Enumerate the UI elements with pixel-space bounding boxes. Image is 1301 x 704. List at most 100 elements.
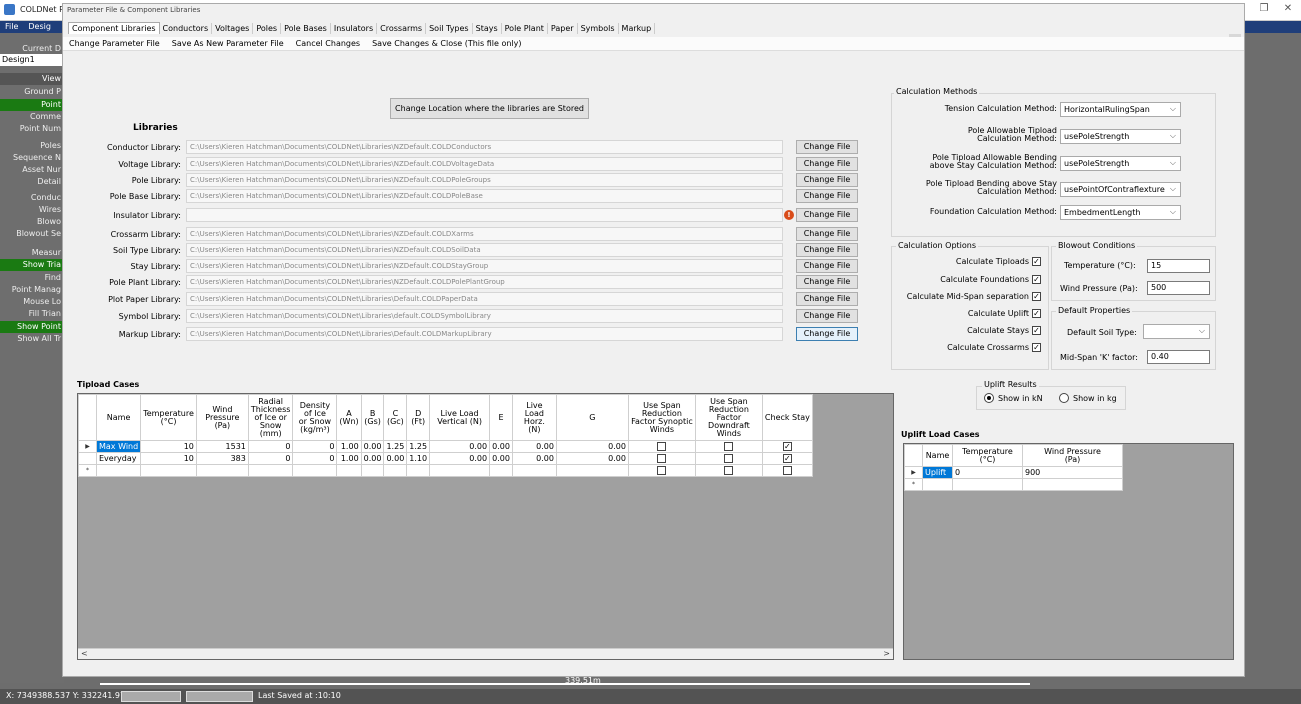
change-file-button[interactable]: Change File — [796, 140, 858, 154]
left-panel-item[interactable]: View — [0, 73, 64, 85]
table-cell[interactable] — [922, 478, 953, 491]
checkbox-cell[interactable] — [761, 464, 813, 477]
tab-symbols[interactable]: Symbols — [577, 23, 619, 34]
table-cell[interactable]: 0.00 — [555, 440, 629, 453]
table-row[interactable]: Everyday 10 383 0 0 1.00 0.00 0.00 1.10 0.00 0.00 0… — [78, 452, 813, 465]
tab-soil-types[interactable]: Soil Types — [426, 23, 473, 34]
change-file-button[interactable]: Change File — [796, 327, 858, 341]
tab-voltages[interactable]: Voltages — [212, 23, 254, 34]
left-panel-item[interactable]: Fill Trian — [0, 308, 64, 320]
left-panel-item[interactable]: Poles — [0, 140, 64, 152]
calc-method-select[interactable]: EmbedmentLength ⌵ — [1060, 205, 1181, 220]
tipload-hscroll[interactable]: < > — [78, 648, 893, 659]
restore-button[interactable]: ❐ — [1252, 3, 1276, 17]
table-cell[interactable]: Max Wind — [95, 440, 142, 453]
scroll-left-icon[interactable]: < — [81, 649, 88, 658]
table-cell[interactable]: 0 — [292, 452, 338, 465]
table-cell[interactable]: 1.25 — [406, 440, 431, 453]
left-panel-item[interactable]: Wires — [0, 204, 64, 216]
toolbar-button[interactable]: Cancel Changes — [290, 37, 366, 50]
checkbox[interactable] — [724, 442, 734, 451]
checkbox-cell[interactable] — [694, 452, 763, 465]
left-panel-item[interactable]: Find — [0, 272, 64, 284]
table-cell[interactable]: 10 — [140, 452, 197, 465]
checkbox-cell[interactable] — [694, 440, 763, 453]
table-cell[interactable]: 383 — [195, 452, 249, 465]
left-panel-item[interactable]: Show Tria — [0, 259, 64, 271]
tab-pole-bases[interactable]: Pole Bases — [281, 23, 331, 34]
tab-poles[interactable]: Poles — [253, 23, 282, 34]
left-panel-item[interactable]: Comme — [0, 111, 64, 123]
table-cell[interactable]: 0 — [247, 440, 294, 453]
table-cell[interactable] — [952, 478, 1023, 491]
table-cell[interactable] — [1022, 478, 1123, 491]
checkbox-cell[interactable]: ✓ — [761, 452, 813, 465]
change-file-button[interactable]: Change File — [796, 157, 858, 171]
left-panel-item[interactable]: Blowout Se — [0, 228, 64, 240]
calc-option-checkbox[interactable]: ✓ — [1032, 275, 1041, 284]
change-file-button[interactable]: Change File — [796, 189, 858, 203]
table-cell[interactable]: 0.00 — [511, 440, 557, 453]
table-cell[interactable] — [489, 464, 513, 477]
table-cell[interactable] — [406, 464, 431, 477]
table-cell[interactable]: Everyday — [95, 452, 142, 465]
tab-paper[interactable]: Paper — [547, 23, 578, 34]
table-row[interactable]: * — [78, 464, 813, 477]
k-factor-input[interactable]: 0.40 — [1147, 350, 1210, 364]
table-cell[interactable] — [360, 464, 385, 477]
calc-option-checkbox[interactable]: ✓ — [1032, 257, 1041, 266]
table-cell[interactable]: 0 — [247, 452, 294, 465]
close-button[interactable]: ✕ — [1276, 3, 1300, 17]
left-panel-item[interactable]: Point Manag — [0, 284, 64, 296]
checkbox[interactable]: ✓ — [782, 442, 792, 451]
show-kn-radio[interactable] — [984, 393, 994, 403]
left-panel-item[interactable]: Show All Tr — [0, 333, 64, 345]
calc-method-select[interactable]: HorizontalRulingSpan ⌵ — [1060, 102, 1181, 117]
change-file-button[interactable]: Change File — [796, 309, 858, 323]
change-file-button[interactable]: Change File — [796, 292, 858, 306]
tab-insulators[interactable]: Insulators — [330, 23, 378, 34]
checkbox-cell[interactable] — [627, 440, 696, 453]
left-panel-item[interactable]: Conduc — [0, 192, 64, 204]
default-soil-select[interactable]: ⌵ — [1143, 324, 1210, 339]
table-cell[interactable]: 1531 — [195, 440, 249, 453]
checkbox[interactable]: ✓ — [782, 454, 792, 463]
table-cell[interactable]: 0.00 — [360, 452, 385, 465]
checkbox-cell[interactable] — [627, 464, 696, 477]
table-cell[interactable]: 1.00 — [336, 452, 362, 465]
left-panel-item[interactable]: Asset Nur — [0, 164, 64, 176]
left-panel-item[interactable]: Show Point — [0, 321, 64, 333]
calc-method-select[interactable]: usePoleStrength ⌵ — [1060, 129, 1181, 144]
calc-option-checkbox[interactable]: ✓ — [1032, 343, 1041, 352]
checkbox[interactable] — [657, 454, 667, 463]
table-row[interactable]: ▶ Max Wind 10 1531 0 0 1.00 0.00 1.25 1.25 0.00 0.0… — [78, 440, 813, 453]
toolbar-button[interactable]: Save As New Parameter File — [166, 37, 290, 50]
change-file-button[interactable]: Change File — [796, 208, 858, 222]
left-panel-item[interactable]: Design1 — [0, 54, 64, 66]
tab-crossarms[interactable]: Crossarms — [377, 23, 427, 34]
table-cell[interactable] — [195, 464, 249, 477]
table-cell[interactable] — [247, 464, 294, 477]
toolbar-button[interactable]: Save Changes & Close (This file only) — [366, 37, 527, 50]
table-cell[interactable] — [383, 464, 408, 477]
left-panel-item[interactable]: Measur — [0, 247, 64, 259]
change-file-button[interactable]: Change File — [796, 173, 858, 187]
left-panel-item[interactable]: Sequence N — [0, 152, 64, 164]
table-cell[interactable]: 0.00 — [429, 452, 491, 465]
calc-method-select[interactable]: usePointOfContraflexture ⌵ — [1060, 182, 1181, 197]
tab-conductors[interactable]: Conductors — [159, 23, 213, 34]
table-cell[interactable]: 1.25 — [383, 440, 408, 453]
table-row[interactable]: * — [904, 478, 1123, 491]
calc-method-select[interactable]: usePoleStrength ⌵ — [1060, 156, 1181, 171]
checkbox[interactable] — [782, 466, 792, 475]
left-panel-item[interactable]: Mouse Lo — [0, 296, 64, 308]
blowout-temp-input[interactable]: 15 — [1147, 259, 1210, 273]
table-cell[interactable]: 0 — [292, 440, 338, 453]
tab-markup[interactable]: Markup — [618, 23, 656, 34]
table-cell[interactable]: 0.00 — [429, 440, 491, 453]
table-cell[interactable]: 0.00 — [489, 440, 513, 453]
change-file-button[interactable]: Change File — [796, 227, 858, 241]
checkbox-cell[interactable] — [627, 452, 696, 465]
table-cell[interactable]: 0 — [952, 466, 1023, 479]
tab-component-libraries[interactable]: Component Libraries — [68, 22, 160, 34]
